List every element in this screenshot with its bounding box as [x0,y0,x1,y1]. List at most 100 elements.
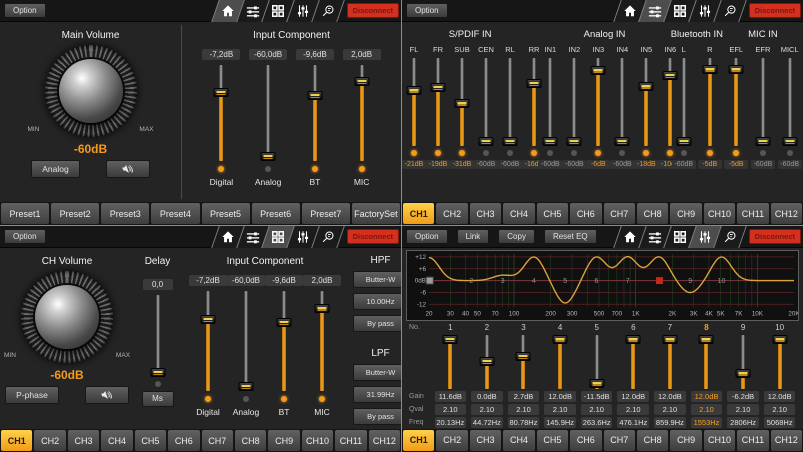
slider-handle[interactable] [553,335,568,344]
input-gain-slider[interactable] [354,65,370,161]
eq-qval-value[interactable]: 2.10 [544,404,576,415]
hpf-freq-button[interactable]: 10.00Hz [353,293,401,310]
input-fader[interactable] [406,58,422,146]
eq-freq-value[interactable]: 145.9Hz [544,417,576,428]
preset-button-preset1[interactable]: Preset1 [1,203,49,224]
lpf-bypass-button[interactable]: By pass [353,408,401,425]
input-fader[interactable] [566,58,582,146]
eq-band-slider[interactable] [589,335,605,389]
eq-qval-value[interactable]: 2.10 [691,404,723,415]
slider-handle[interactable] [662,335,677,344]
eq-qval-value[interactable]: 2.10 [617,404,649,415]
eq-gain-value[interactable]: 0.0dB [471,391,503,402]
option-button[interactable]: Option [406,229,448,245]
lpf-type-button[interactable]: Butter-W [353,364,401,381]
input-fader[interactable] [430,58,446,146]
slider-handle[interactable] [407,86,422,95]
channel-tab-ch11[interactable]: CH11 [335,430,366,451]
slider-handle[interactable] [239,382,254,391]
input-fader[interactable] [614,58,630,146]
slider-handle[interactable] [736,369,751,378]
eq-qval-value[interactable]: 2.10 [471,404,503,415]
preset-button-preset6[interactable]: Preset6 [252,203,300,224]
channel-tab-ch8[interactable]: CH8 [637,203,668,224]
eq-freq-value[interactable]: 1553Hz [691,417,723,428]
channel-tab-ch4[interactable]: CH4 [503,430,534,451]
input-gain-slider[interactable] [238,291,254,391]
ch-volume-knob[interactable] [21,271,113,363]
eq-gain-value[interactable]: -6.2dB [727,391,759,402]
channel-tab-ch2[interactable]: CH2 [436,430,467,451]
eq-qval-value[interactable]: 2.10 [508,404,540,415]
eq-band-slider[interactable] [698,335,714,389]
slider-handle[interactable] [214,88,229,97]
eq-gain-value[interactable]: 12.0dB [544,391,576,402]
input-fader[interactable] [478,58,494,146]
preset-button-factoryset[interactable]: FactorySet [352,203,400,224]
eq-freq-value[interactable]: 20.13Hz [435,417,467,428]
slider-handle[interactable] [699,335,714,344]
eq-freq-value[interactable]: 263.6Hz [581,417,613,428]
eq-gain-value[interactable]: 11.6dB [435,391,467,402]
channel-tab-ch5[interactable]: CH5 [537,430,568,451]
channel-tab-ch3[interactable]: CH3 [68,430,99,451]
eq-band-slider[interactable] [735,335,751,389]
eq-gain-value[interactable]: 12.0dB [691,391,723,402]
channel-tab-ch10[interactable]: CH10 [704,430,735,451]
mute-button[interactable] [85,386,129,404]
slider-handle[interactable] [315,304,330,313]
channel-tab-ch1[interactable]: CH1 [403,430,434,451]
eq-band-slider[interactable] [662,335,678,389]
eq-gain-value[interactable]: -11.5dB [581,391,613,402]
slider-handle[interactable] [639,82,654,91]
mute-button[interactable] [106,160,150,178]
eq-gain-value[interactable]: 2.7dB [508,391,540,402]
input-fader[interactable] [702,58,718,146]
input-fader[interactable] [755,58,771,146]
delay-unit-button[interactable]: Ms [142,391,174,407]
slider-handle[interactable] [729,65,744,74]
channel-tab-ch1[interactable]: CH1 [1,430,32,451]
disconnect-button[interactable]: Disconnect [347,229,399,244]
channel-tab-ch9[interactable]: CH9 [670,203,701,224]
slider-handle[interactable] [676,137,691,146]
eq-gain-value[interactable]: 12.0dB [617,391,649,402]
main-volume-knob[interactable] [45,45,137,137]
input-source-button[interactable]: Analog [31,160,79,178]
channel-tab-ch6[interactable]: CH6 [168,430,199,451]
eq-band-slider[interactable] [442,335,458,389]
input-fader[interactable] [542,58,558,146]
copy-button[interactable]: Copy [498,229,535,245]
channel-tab-ch12[interactable]: CH12 [771,430,802,451]
slider-handle[interactable] [782,137,797,146]
input-fader[interactable] [676,58,692,146]
eq-freq-value[interactable]: 44.72Hz [471,417,503,428]
channel-tab-ch9[interactable]: CH9 [268,430,299,451]
channel-tab-ch8[interactable]: CH8 [637,430,668,451]
channel-tab-ch7[interactable]: CH7 [604,203,635,224]
channel-tab-ch11[interactable]: CH11 [737,430,768,451]
input-gain-slider[interactable] [314,291,330,391]
channel-tab-ch12[interactable]: CH12 [771,203,802,224]
input-gain-slider[interactable] [276,291,292,391]
slider-handle[interactable] [615,137,630,146]
eq-band-slider[interactable] [772,335,788,389]
channel-tab-ch7[interactable]: CH7 [604,430,635,451]
preset-button-preset5[interactable]: Preset5 [202,203,250,224]
input-gain-slider[interactable] [260,65,276,161]
eq-qval-value[interactable]: 2.10 [727,404,759,415]
eq-band-slider[interactable] [479,335,495,389]
hpf-type-button[interactable]: Butter-W [353,271,401,288]
eq-qval-value[interactable]: 2.10 [581,404,613,415]
eq-freq-value[interactable]: 859.9Hz [654,417,686,428]
eq-band-slider[interactable] [625,335,641,389]
eq-freq-value[interactable]: 80.78Hz [508,417,540,428]
channel-tab-ch4[interactable]: CH4 [503,203,534,224]
channel-tab-ch1[interactable]: CH1 [403,203,434,224]
channel-tab-ch9[interactable]: CH9 [670,430,701,451]
disconnect-button[interactable]: Disconnect [347,3,399,18]
lpf-freq-button[interactable]: 31.99Hz [353,386,401,403]
slider-handle[interactable] [755,137,770,146]
input-fader[interactable] [782,58,798,146]
disconnect-button[interactable]: Disconnect [749,229,801,244]
